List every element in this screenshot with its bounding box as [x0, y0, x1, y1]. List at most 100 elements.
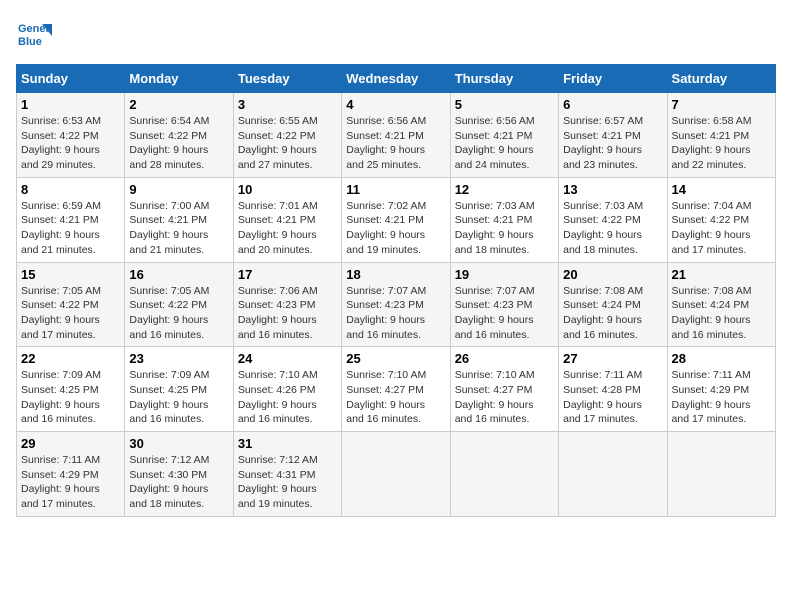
calendar-cell: 10 Sunrise: 7:01 AM Sunset: 4:21 PM Dayli… — [233, 177, 341, 262]
day-number: 30 — [129, 436, 228, 451]
day-number: 24 — [238, 351, 337, 366]
day-number: 13 — [563, 182, 662, 197]
calendar-cell: 26Sunrise: 7:10 AM Sunset: 4:27 PM Dayli… — [450, 347, 558, 432]
day-info: Sunrise: 6:58 AM Sunset: 4:21 PM Dayligh… — [672, 114, 771, 173]
day-info: Sunrise: 6:54 AM Sunset: 4:22 PM Dayligh… — [129, 114, 228, 173]
day-info: Sunrise: 7:07 AM Sunset: 4:23 PM Dayligh… — [455, 284, 554, 343]
day-number: 31 — [238, 436, 337, 451]
day-info: Sunrise: 6:53 AM Sunset: 4:22 PM Dayligh… — [21, 114, 120, 173]
calendar-cell: 19 Sunrise: 7:07 AM Sunset: 4:23 PM Dayli… — [450, 262, 558, 347]
logo-icon: General Blue — [16, 16, 52, 52]
calendar-cell: 12 Sunrise: 7:03 AM Sunset: 4:21 PM Dayli… — [450, 177, 558, 262]
day-info: Sunrise: 7:08 AM Sunset: 4:24 PM Dayligh… — [563, 284, 662, 343]
calendar-cell: 28 Sunrise: 7:11 AM Sunset: 4:29 PM Dayli… — [667, 347, 775, 432]
day-info: Sunrise: 7:10 AM Sunset: 4:27 PM Dayligh… — [455, 368, 554, 427]
calendar-cell: 6 Sunrise: 6:57 AM Sunset: 4:21 PM Daylig… — [559, 93, 667, 178]
calendar-cell: 8Sunrise: 6:59 AM Sunset: 4:21 PM Daylig… — [17, 177, 125, 262]
calendar-cell: 11 Sunrise: 7:02 AM Sunset: 4:21 PM Dayli… — [342, 177, 450, 262]
day-info: Sunrise: 7:05 AM Sunset: 4:22 PM Dayligh… — [21, 284, 120, 343]
calendar-cell: 20Sunrise: 7:08 AM Sunset: 4:24 PM Dayli… — [559, 262, 667, 347]
day-info: Sunrise: 7:03 AM Sunset: 4:21 PM Dayligh… — [455, 199, 554, 258]
calendar-cell: 4 Sunrise: 6:56 AM Sunset: 4:21 PM Daylig… — [342, 93, 450, 178]
calendar-header-row: SundayMondayTuesdayWednesdayThursdayFrid… — [17, 65, 776, 93]
day-number: 18 — [346, 267, 445, 282]
page-header: General Blue — [16, 16, 776, 52]
day-number: 28 — [672, 351, 771, 366]
logo: General Blue — [16, 16, 52, 52]
col-header-monday: Monday — [125, 65, 233, 93]
calendar-cell: 21Sunrise: 7:08 AM Sunset: 4:24 PM Dayli… — [667, 262, 775, 347]
day-number: 1 — [21, 97, 120, 112]
calendar-cell: 5 Sunrise: 6:56 AM Sunset: 4:21 PM Daylig… — [450, 93, 558, 178]
day-number: 25 — [346, 351, 445, 366]
day-number: 4 — [346, 97, 445, 112]
day-info: Sunrise: 7:11 AM Sunset: 4:28 PM Dayligh… — [563, 368, 662, 427]
calendar-cell — [450, 432, 558, 517]
calendar-cell: 14 Sunrise: 7:04 AM Sunset: 4:22 PM Dayli… — [667, 177, 775, 262]
col-header-tuesday: Tuesday — [233, 65, 341, 93]
day-info: Sunrise: 6:59 AM Sunset: 4:21 PM Dayligh… — [21, 199, 120, 258]
calendar-cell — [667, 432, 775, 517]
calendar-cell: 27 Sunrise: 7:11 AM Sunset: 4:28 PM Dayli… — [559, 347, 667, 432]
day-info: Sunrise: 6:56 AM Sunset: 4:21 PM Dayligh… — [455, 114, 554, 173]
day-number: 3 — [238, 97, 337, 112]
day-info: Sunrise: 7:11 AM Sunset: 4:29 PM Dayligh… — [21, 453, 120, 512]
calendar-cell: 2Sunrise: 6:54 AM Sunset: 4:22 PM Daylig… — [125, 93, 233, 178]
calendar-cell — [342, 432, 450, 517]
day-number: 23 — [129, 351, 228, 366]
calendar-cell: 30Sunrise: 7:12 AM Sunset: 4:30 PM Dayli… — [125, 432, 233, 517]
day-number: 11 — [346, 182, 445, 197]
calendar-week-1: 1 Sunrise: 6:53 AM Sunset: 4:22 PM Daylig… — [17, 93, 776, 178]
day-info: Sunrise: 7:10 AM Sunset: 4:26 PM Dayligh… — [238, 368, 337, 427]
col-header-wednesday: Wednesday — [342, 65, 450, 93]
col-header-thursday: Thursday — [450, 65, 558, 93]
day-info: Sunrise: 7:02 AM Sunset: 4:21 PM Dayligh… — [346, 199, 445, 258]
day-info: Sunrise: 7:11 AM Sunset: 4:29 PM Dayligh… — [672, 368, 771, 427]
day-info: Sunrise: 7:09 AM Sunset: 4:25 PM Dayligh… — [21, 368, 120, 427]
calendar-cell: 1 Sunrise: 6:53 AM Sunset: 4:22 PM Daylig… — [17, 93, 125, 178]
calendar-cell: 24 Sunrise: 7:10 AM Sunset: 4:26 PM Dayli… — [233, 347, 341, 432]
day-number: 12 — [455, 182, 554, 197]
day-info: Sunrise: 7:08 AM Sunset: 4:24 PM Dayligh… — [672, 284, 771, 343]
day-info: Sunrise: 7:03 AM Sunset: 4:22 PM Dayligh… — [563, 199, 662, 258]
day-number: 17 — [238, 267, 337, 282]
calendar-cell: 7 Sunrise: 6:58 AM Sunset: 4:21 PM Daylig… — [667, 93, 775, 178]
day-number: 19 — [455, 267, 554, 282]
calendar-cell: 3 Sunrise: 6:55 AM Sunset: 4:22 PM Daylig… — [233, 93, 341, 178]
day-number: 15 — [21, 267, 120, 282]
calendar-cell: 25 Sunrise: 7:10 AM Sunset: 4:27 PM Dayli… — [342, 347, 450, 432]
day-info: Sunrise: 6:56 AM Sunset: 4:21 PM Dayligh… — [346, 114, 445, 173]
day-info: Sunrise: 6:55 AM Sunset: 4:22 PM Dayligh… — [238, 114, 337, 173]
day-number: 14 — [672, 182, 771, 197]
calendar-cell: 22 Sunrise: 7:09 AM Sunset: 4:25 PM Dayli… — [17, 347, 125, 432]
day-number: 6 — [563, 97, 662, 112]
day-number: 29 — [21, 436, 120, 451]
svg-text:Blue: Blue — [18, 36, 42, 48]
calendar-week-4: 22 Sunrise: 7:09 AM Sunset: 4:25 PM Dayli… — [17, 347, 776, 432]
col-header-saturday: Saturday — [667, 65, 775, 93]
calendar-body: 1 Sunrise: 6:53 AM Sunset: 4:22 PM Daylig… — [17, 93, 776, 517]
calendar-cell: 15 Sunrise: 7:05 AM Sunset: 4:22 PM Dayli… — [17, 262, 125, 347]
day-number: 9 — [129, 182, 228, 197]
calendar-cell: 18Sunrise: 7:07 AM Sunset: 4:23 PM Dayli… — [342, 262, 450, 347]
day-info: Sunrise: 7:12 AM Sunset: 4:31 PM Dayligh… — [238, 453, 337, 512]
calendar-cell: 23 Sunrise: 7:09 AM Sunset: 4:25 PM Dayli… — [125, 347, 233, 432]
day-info: Sunrise: 7:01 AM Sunset: 4:21 PM Dayligh… — [238, 199, 337, 258]
day-info: Sunrise: 7:05 AM Sunset: 4:22 PM Dayligh… — [129, 284, 228, 343]
calendar-week-5: 29 Sunrise: 7:11 AM Sunset: 4:29 PM Dayli… — [17, 432, 776, 517]
day-info: Sunrise: 6:57 AM Sunset: 4:21 PM Dayligh… — [563, 114, 662, 173]
calendar-cell: 29 Sunrise: 7:11 AM Sunset: 4:29 PM Dayli… — [17, 432, 125, 517]
day-info: Sunrise: 7:00 AM Sunset: 4:21 PM Dayligh… — [129, 199, 228, 258]
day-number: 22 — [21, 351, 120, 366]
calendar-table: SundayMondayTuesdayWednesdayThursdayFrid… — [16, 64, 776, 517]
day-number: 7 — [672, 97, 771, 112]
day-info: Sunrise: 7:10 AM Sunset: 4:27 PM Dayligh… — [346, 368, 445, 427]
day-number: 27 — [563, 351, 662, 366]
day-number: 5 — [455, 97, 554, 112]
col-header-friday: Friday — [559, 65, 667, 93]
day-info: Sunrise: 7:04 AM Sunset: 4:22 PM Dayligh… — [672, 199, 771, 258]
calendar-cell: 9 Sunrise: 7:00 AM Sunset: 4:21 PM Daylig… — [125, 177, 233, 262]
calendar-week-3: 15 Sunrise: 7:05 AM Sunset: 4:22 PM Dayli… — [17, 262, 776, 347]
day-info: Sunrise: 7:09 AM Sunset: 4:25 PM Dayligh… — [129, 368, 228, 427]
day-number: 10 — [238, 182, 337, 197]
